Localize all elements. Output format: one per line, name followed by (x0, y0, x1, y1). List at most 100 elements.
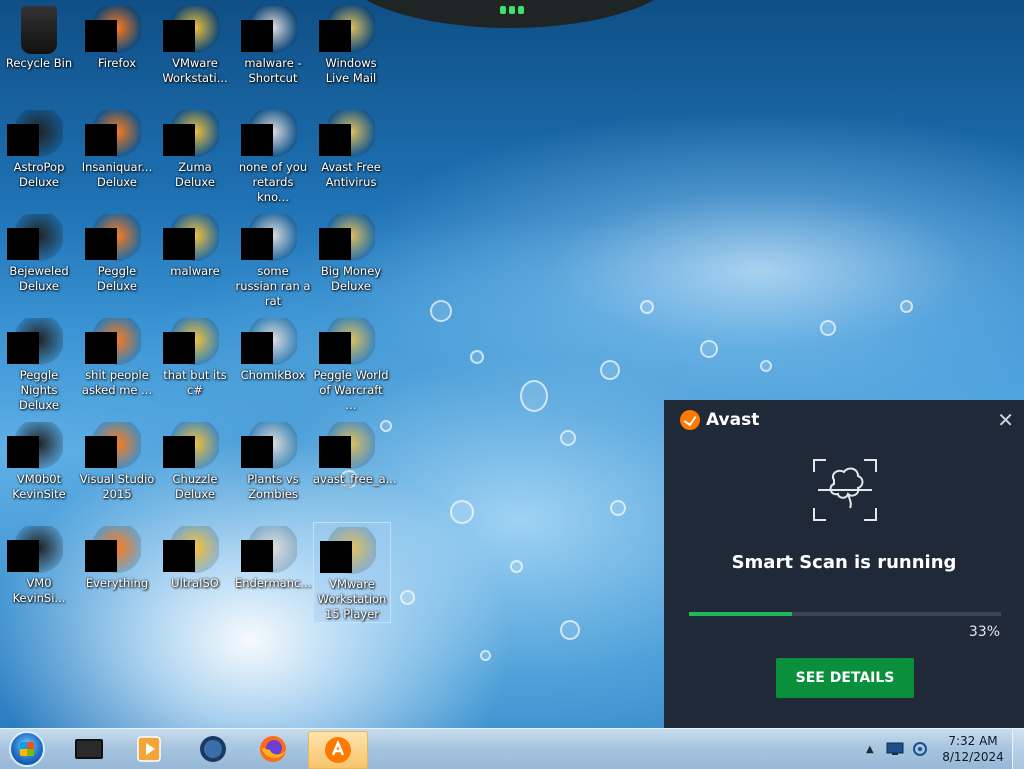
desktop-icon-chomikbox[interactable]: ChomikBox (235, 314, 311, 383)
some-russian-icon (241, 214, 297, 262)
desktop-icon-label: VM0b0t KevinSite (12, 472, 66, 501)
desktop-icon-label: Endermanc... (235, 576, 312, 590)
terminal-icon (75, 739, 103, 759)
close-icon[interactable]: ✕ (997, 408, 1014, 432)
desktop-icon-zuma-deluxe[interactable]: Zuma Deluxe (157, 106, 233, 190)
desktop-icon-firefox[interactable]: Firefox (79, 2, 155, 71)
show-hidden-icons-icon[interactable]: ▲ (866, 744, 874, 755)
network-icon[interactable] (886, 742, 904, 756)
redaction-box (163, 332, 195, 364)
desktop-icon-endermanch[interactable]: Endermanc... (235, 522, 311, 591)
desktop-icon-label: Windows Live Mail (325, 56, 377, 85)
desktop-icon-label: Peggle Deluxe (97, 264, 137, 293)
desktop-icon-label: some russian ran a rat (235, 264, 311, 308)
desktop-icon-bejeweled-deluxe[interactable]: Bejeweled Deluxe (1, 210, 77, 294)
desktop-icon-visual-studio-2015[interactable]: Visual Studio 2015 (79, 418, 155, 502)
desktop-icon-label: VM0 KevinSi... (12, 576, 66, 605)
desktop-icon-peggle-world-of-warcraft[interactable]: Peggle World of Warcraft ... (313, 314, 389, 413)
desktop-icon-label: none of you retards kno... (238, 160, 308, 204)
desktop-icon-avast-free-antivirus[interactable]: Avast Free Antivirus (313, 106, 389, 190)
peggle-deluxe-icon (85, 214, 141, 262)
malware-shortcut-icon (241, 6, 297, 54)
desktop-icon-none-of-you[interactable]: none of you retards kno... (235, 106, 311, 205)
desktop-icon-chuzzle-deluxe[interactable]: Chuzzle Deluxe (157, 418, 233, 502)
system-clock[interactable]: 7:32 AM 8/12/2024 (936, 733, 1010, 765)
desktop-icon-malware-folder[interactable]: malware (157, 210, 233, 279)
desktop-icon-avast-free-a[interactable]: avast_free_a... (313, 418, 397, 487)
desktop-icon-plants-vs-zombies[interactable]: Plants vs Zombies (235, 418, 311, 502)
redaction-box (85, 20, 117, 52)
desktop-icon-vm0-kevinsi[interactable]: VM0 KevinSi... (1, 522, 77, 606)
see-details-button[interactable]: SEE DETAILS (776, 658, 914, 698)
top-notch (340, 0, 680, 28)
system-tray: ▲ (866, 729, 928, 769)
desktop-icon-malware-shortcut[interactable]: malware - Shortcut (235, 2, 311, 86)
desktop-icon-label: VMware Workstati... (162, 56, 228, 85)
vmware-workstation-15-player-icon (320, 527, 376, 575)
ultraiso-icon (163, 526, 219, 574)
desktop[interactable]: Recycle Bin Firefox VMware Workstati... mal… (0, 0, 1024, 728)
desktop-icon-some-russian[interactable]: some russian ran a rat (235, 210, 311, 309)
redaction-box (85, 332, 117, 364)
none-of-you-icon (241, 110, 297, 158)
desktop-icon-vmware-workstation-15-player[interactable]: VMware Workstation 15 Player (313, 522, 391, 623)
start-button[interactable] (4, 731, 50, 767)
redaction-box (163, 228, 195, 260)
desktop-icon-label: malware - Shortcut (244, 56, 302, 85)
redaction-box (319, 228, 351, 260)
avast-logo-icon (680, 410, 700, 430)
avast-notification: Avast ✕ Smart Scan is running 33% SEE DE… (664, 400, 1024, 728)
redaction-box (85, 228, 117, 260)
volume-icon[interactable] (912, 741, 928, 757)
desktop-icon-label: Peggle Nights Deluxe (19, 368, 59, 412)
start-orb-icon (9, 731, 45, 767)
desktop-icon-big-money-deluxe[interactable]: Big Money Deluxe (313, 210, 389, 294)
desktop-icon-windows-live-mail[interactable]: Windows Live Mail (313, 2, 389, 86)
desktop-icon-peggle-deluxe[interactable]: Peggle Deluxe (79, 210, 155, 294)
redaction-box (241, 540, 273, 572)
redaction-box (241, 20, 273, 52)
desktop-icon-label: VMware Workstation 15 Player (317, 577, 387, 621)
bejeweled-deluxe-icon (7, 214, 63, 262)
desktop-icon-label: Bejeweled Deluxe (9, 264, 69, 293)
taskbar-firefox[interactable] (244, 731, 302, 767)
desktop-icon-label: Plants vs Zombies (247, 472, 299, 501)
taskbar-app-3[interactable] (184, 731, 242, 767)
firefox-icon (85, 6, 141, 54)
desktop-icon-vm0b0t-kevinsite[interactable]: VM0b0t KevinSite (1, 418, 77, 502)
show-desktop-button[interactable] (1012, 729, 1024, 769)
desktop-icon-label: malware (170, 264, 220, 278)
taskbar-app-2[interactable] (120, 731, 178, 767)
chomikbox-icon (241, 318, 297, 366)
desktop-icon-label: Avast Free Antivirus (321, 160, 381, 189)
redaction-box (7, 436, 39, 468)
redaction-box (85, 436, 117, 468)
avast-logo: Avast (680, 410, 759, 430)
chuzzle-deluxe-icon (163, 422, 219, 470)
redaction-box (7, 228, 39, 260)
desktop-icon-peggle-nights-deluxe[interactable]: Peggle Nights Deluxe (1, 314, 77, 413)
scan-title: Smart Scan is running (731, 552, 957, 573)
desktop-icon-vmware-workstation[interactable]: VMware Workstati... (157, 2, 233, 86)
desktop-icon-recycle-bin[interactable]: Recycle Bin (1, 2, 77, 71)
everything-icon (85, 526, 141, 574)
desktop-icon-label: that but its c# (163, 368, 227, 397)
desktop-icon-everything[interactable]: Everything (79, 522, 155, 591)
desktop-icon-that-but-its-c[interactable]: that but its c# (157, 314, 233, 398)
redaction-box (319, 436, 351, 468)
desktop-icon-label: Firefox (97, 56, 137, 70)
plants-vs-zombies-icon (241, 422, 297, 470)
that-but-its-c-icon (163, 318, 219, 366)
peggle-nights-deluxe-icon (7, 318, 63, 366)
endermanch-icon (241, 526, 297, 574)
avast-free-a-icon (319, 422, 375, 470)
desktop-icon-ultraiso[interactable]: UltraISO (157, 522, 233, 591)
taskbar-app-1[interactable] (60, 731, 118, 767)
taskbar-avast[interactable] (308, 731, 368, 769)
desktop-icon-label: Insaniquar... Deluxe (81, 160, 153, 189)
desktop-icon-label: shit people asked me ... (81, 368, 153, 397)
desktop-icon-insaniquarium-deluxe[interactable]: Insaniquar... Deluxe (79, 106, 155, 190)
desktop-icon-label: AstroPop Deluxe (13, 160, 65, 189)
desktop-icon-astropop-deluxe[interactable]: AstroPop Deluxe (1, 106, 77, 190)
desktop-icon-shit-people[interactable]: shit people asked me ... (79, 314, 155, 398)
